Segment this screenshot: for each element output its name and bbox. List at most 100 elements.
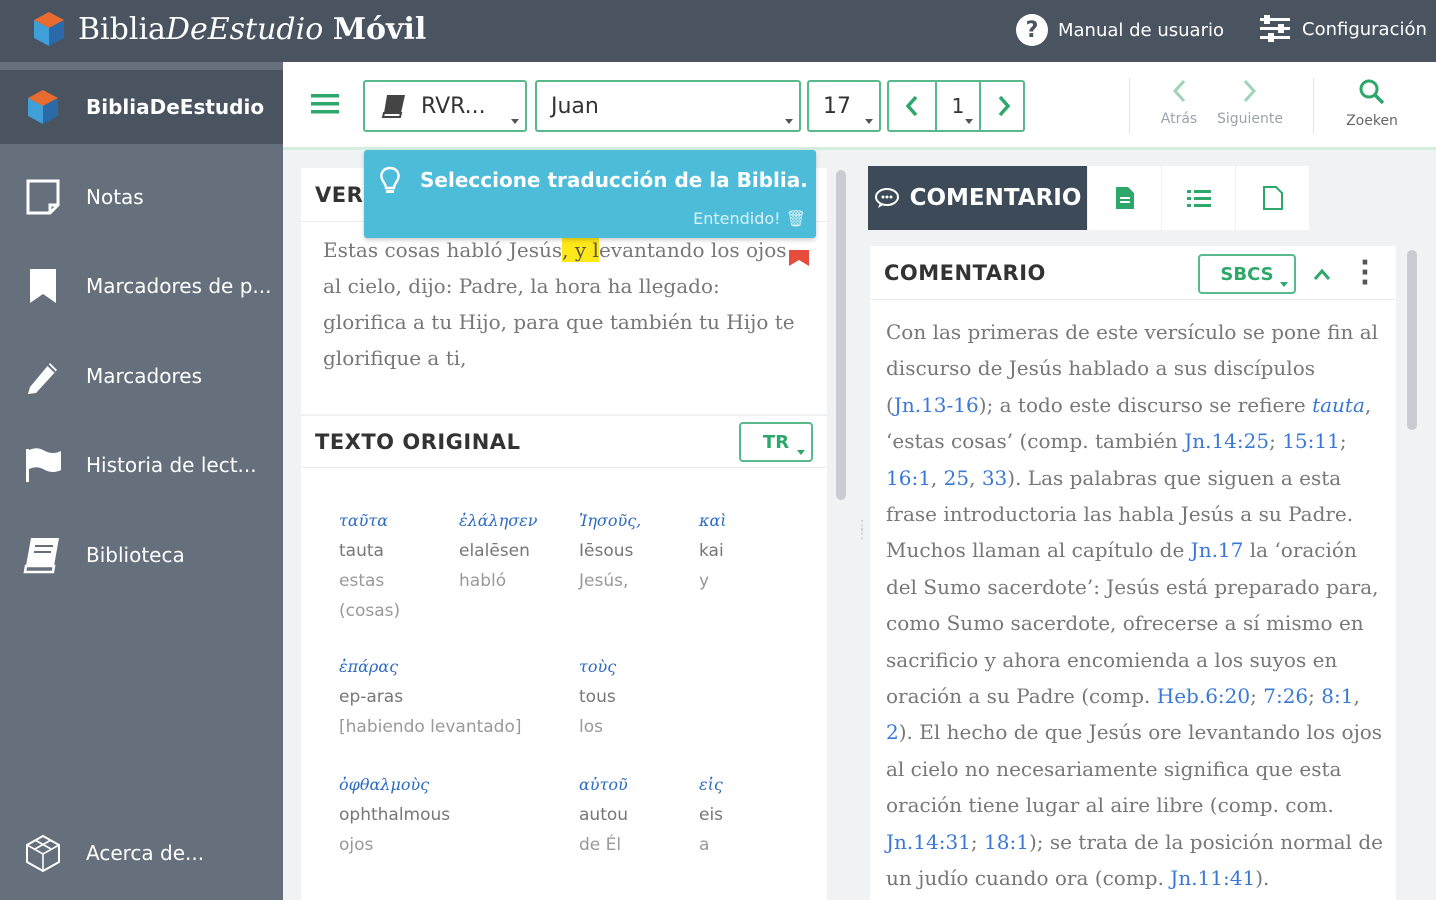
back-button[interactable]: Atrás [1144, 78, 1214, 127]
verse-navigator: 1 [887, 80, 1025, 132]
word-item[interactable]: τοὺς tous los [579, 652, 616, 742]
word-item[interactable]: εἰς eis a [699, 770, 723, 860]
back-label: Atrás [1160, 111, 1198, 127]
chevron-up-icon[interactable] [1312, 268, 1332, 282]
word-item[interactable]: ἐλάλησεν elalēsen habló [459, 506, 538, 596]
tooltip-dismiss-button[interactable]: Entendido! 🗑 [693, 209, 806, 228]
chat-bubble-icon [874, 188, 899, 208]
chapter-value: 17 [823, 93, 851, 119]
scripture-link[interactable]: 18:1 [984, 830, 1029, 854]
chapter-select[interactable]: 17 [807, 80, 881, 132]
next-verse-button[interactable] [981, 82, 1027, 130]
commentary-text-segment: , [930, 465, 944, 490]
tab-label: COMENTARIO [909, 185, 1082, 211]
sliders-icon [1260, 15, 1290, 42]
caret-icon [865, 119, 873, 124]
commentary-source-select[interactable]: SBCS [1198, 254, 1296, 294]
prev-verse-button[interactable] [889, 82, 935, 130]
menu-button[interactable] [311, 92, 339, 120]
tab-list[interactable] [1162, 166, 1236, 230]
toolbar: RVR... Juan 17 1 Atrás Siguiente Zoeken [283, 62, 1436, 150]
chevron-right-icon [1215, 78, 1285, 111]
document-icon [1115, 187, 1134, 209]
scripture-link[interactable]: 7:26 [1263, 684, 1308, 708]
commentary-text-segment: ; [1250, 684, 1264, 709]
word-item[interactable]: Ἰησοῦς, Iēsous Jesús, [579, 506, 641, 596]
commentary-text: Con las primeras de este versículo se po… [886, 314, 1386, 897]
help-label: Manual de usuario [1058, 19, 1224, 41]
caret-icon [965, 119, 973, 124]
commentary-text-segment: ); a todo este discurso se refiere [978, 392, 1313, 417]
scripture-link[interactable]: Jn.13-16 [894, 393, 979, 417]
translation-select[interactable]: RVR... [363, 80, 527, 132]
scripture-link[interactable]: Jn.14:31 [886, 830, 971, 854]
scripture-link[interactable]: Heb.6:20 [1157, 684, 1250, 708]
scrollbar[interactable] [836, 170, 846, 500]
sidebar-item-marcadores-p[interactable]: Marcadores de p... [0, 249, 283, 323]
sidebar-item-acerca[interactable]: Acerca de... [0, 816, 283, 890]
sidebar-item-label: BibliaDeEstudio [86, 95, 265, 119]
scripture-link[interactable]: 2 [886, 720, 899, 744]
forward-button[interactable]: Siguiente [1215, 78, 1285, 127]
tab-document[interactable] [1088, 166, 1162, 230]
note-icon [0, 178, 86, 216]
scripture-link[interactable]: 25 [944, 466, 969, 490]
sidebar-item-historia[interactable]: Historia de lect... [0, 428, 283, 502]
sidebar-item-label: Marcadores de p... [86, 274, 272, 298]
divider [1313, 78, 1314, 134]
scripture-link[interactable]: Jn.17 [1191, 538, 1244, 562]
tab-comentario[interactable]: COMENTARIO [868, 166, 1088, 230]
help-icon: ? [1016, 14, 1048, 46]
word-item[interactable]: ὀφθαλμοὺς ophthalmous ojos [339, 770, 450, 860]
scripture-link[interactable]: Jn.14:25 [1184, 429, 1269, 453]
highlighted-text: , y l [562, 238, 599, 262]
pencil-icon [0, 357, 86, 395]
scripture-link[interactable]: 33 [982, 466, 1007, 490]
sidebar-item-label: Marcadores [86, 364, 202, 388]
commentary-text-segment: , [1353, 684, 1360, 709]
hamburger-icon [311, 94, 339, 114]
sidebar-item-label: Biblioteca [86, 543, 185, 567]
sidebar-item-bibliadeestudio[interactable]: BibliaDeEstudio [0, 70, 283, 144]
text-version-select[interactable]: TR [739, 422, 813, 462]
commentary-text-segment: ). [1255, 866, 1270, 891]
help-button[interactable]: ? Manual de usuario [1016, 14, 1224, 46]
scripture-link[interactable]: 8:1 [1321, 684, 1353, 708]
scripture-link[interactable]: 15:11 [1282, 429, 1340, 453]
settings-button[interactable]: Configuración [1258, 14, 1427, 44]
search-icon [1337, 78, 1407, 113]
word-item[interactable]: καὶ kai y [699, 506, 727, 596]
scripture-link[interactable]: Jn.11:41 [1170, 866, 1255, 890]
settings-label: Configuración [1302, 18, 1427, 40]
word-item[interactable]: ἐπάρας ep-aras [habiendo levantado] [339, 652, 522, 742]
sidebar: BibliaDeEstudio Notas Marcadores de p...… [0, 62, 283, 900]
commentary-text-segment: ; [1339, 429, 1347, 454]
more-options-icon[interactable]: · · · [1360, 250, 1370, 296]
sidebar-item-notas[interactable]: Notas [0, 160, 283, 234]
caret-icon [785, 119, 793, 124]
verse-value: 1 [951, 94, 965, 118]
scrollbar[interactable] [1407, 250, 1417, 430]
original-text-panel: TEXTO ORIGINAL TR ταῦτα tauta estas (cosas… [301, 416, 827, 900]
scripture-link[interactable]: tauta [1312, 393, 1365, 417]
sidebar-item-marcadores[interactable]: Marcadores [0, 339, 283, 413]
bookmark-ribbon-icon [789, 250, 809, 266]
chevron-left-icon [905, 95, 918, 117]
verse-select[interactable]: 1 [935, 82, 981, 130]
search-button[interactable]: Zoeken [1337, 78, 1407, 129]
translation-value: RVR... [421, 93, 486, 119]
tab-page[interactable] [1236, 166, 1310, 230]
commentary-text-segment: ; [970, 829, 985, 854]
book-select[interactable]: Juan [535, 80, 801, 132]
commentary-tabs: COMENTARIO [868, 166, 1310, 230]
word-item[interactable]: ταῦτα tauta estas (cosas) [339, 506, 429, 626]
scripture-link[interactable]: 16:1 [886, 466, 931, 490]
chevron-left-icon [1144, 78, 1214, 111]
flag-icon [0, 446, 86, 484]
sidebar-item-biblioteca[interactable]: Biblioteca [0, 518, 283, 592]
commentary-body-clip: Con las primeras de este versículo se po… [870, 306, 1396, 900]
splitter-handle[interactable]: ⋮ ⋮ [855, 519, 869, 541]
word-item[interactable]: αὐτοῦ autou de Él [579, 770, 628, 860]
commentary-text-segment: ). El hecho de que Jesús ore levantando … [886, 720, 1383, 818]
tooltip-message: Seleccione traducción de la Biblia. [420, 168, 808, 192]
